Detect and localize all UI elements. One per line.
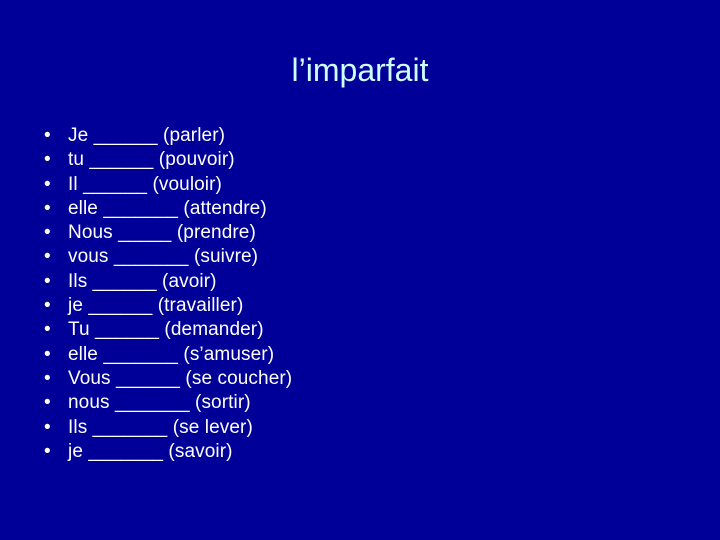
list-item: • elle _______ (attendre) bbox=[38, 197, 658, 221]
bullet-icon: • bbox=[44, 416, 51, 438]
list-item: • vous _______ (suivre) bbox=[38, 245, 658, 269]
list-item: • Vous ______ (se coucher) bbox=[38, 367, 658, 391]
verb-practice-list: • Je ______ (parler) • tu ______ (pouvoi… bbox=[38, 124, 658, 464]
bullet-icon: • bbox=[44, 149, 51, 171]
bullet-icon: • bbox=[44, 173, 51, 195]
list-item-label: je ______ (travailler) bbox=[68, 295, 244, 317]
list-item: • Tu ______ (demander) bbox=[38, 318, 658, 342]
list-item-label: Nous _____ (prendre) bbox=[68, 222, 256, 244]
bullet-icon: • bbox=[44, 125, 51, 146]
list-item-label: Vous ______ (se coucher) bbox=[68, 367, 293, 389]
list-item-label: nous _______ (sortir) bbox=[68, 392, 251, 414]
list-item-label: Ils _______ (se lever) bbox=[68, 416, 253, 438]
list-item-label: elle _______ (s’amuser) bbox=[68, 343, 275, 365]
list-item-label: vous _______ (suivre) bbox=[68, 246, 259, 268]
bullet-icon: • bbox=[44, 392, 51, 414]
list-item-label: Tu ______ (demander) bbox=[68, 319, 264, 341]
bullet-icon: • bbox=[44, 197, 51, 219]
bullet-icon: • bbox=[44, 440, 51, 462]
bullet-icon: • bbox=[44, 246, 51, 268]
list-item: • elle _______ (s’amuser) bbox=[38, 343, 658, 367]
bullet-icon: • bbox=[44, 270, 51, 292]
list-item: • Je ______ (parler) bbox=[38, 124, 658, 148]
list-item: • Il ______ (vouloir) bbox=[38, 173, 658, 197]
list-item-label: elle _______ (attendre) bbox=[68, 197, 267, 219]
bullet-icon: • bbox=[44, 222, 51, 244]
list-item-label: Je ______ (parler) bbox=[68, 125, 226, 146]
list-item: • Ils ______ (avoir) bbox=[38, 270, 658, 294]
list-item: • Ils _______ (se lever) bbox=[38, 416, 658, 440]
list-item: • je _______ (savoir) bbox=[38, 440, 658, 464]
list-item: • tu ______ (pouvoir) bbox=[38, 148, 658, 172]
slide-canvas: l’imparfait • Je ______ (parler) • tu __… bbox=[0, 0, 720, 540]
bullet-icon: • bbox=[44, 367, 51, 389]
page-title: l’imparfait bbox=[291, 52, 429, 88]
bullet-icon: • bbox=[44, 295, 51, 317]
list-item-label: je _______ (savoir) bbox=[68, 440, 233, 462]
list-item-label: Il ______ (vouloir) bbox=[68, 173, 222, 195]
list-item-label: Ils ______ (avoir) bbox=[68, 270, 217, 292]
list-item-label: tu ______ (pouvoir) bbox=[68, 149, 235, 171]
list-item: • je ______ (travailler) bbox=[38, 294, 658, 318]
bullet-icon: • bbox=[44, 343, 51, 365]
bullet-icon: • bbox=[44, 319, 51, 341]
list-item: • nous _______ (sortir) bbox=[38, 391, 658, 415]
list-item: • Nous _____ (prendre) bbox=[38, 221, 658, 245]
